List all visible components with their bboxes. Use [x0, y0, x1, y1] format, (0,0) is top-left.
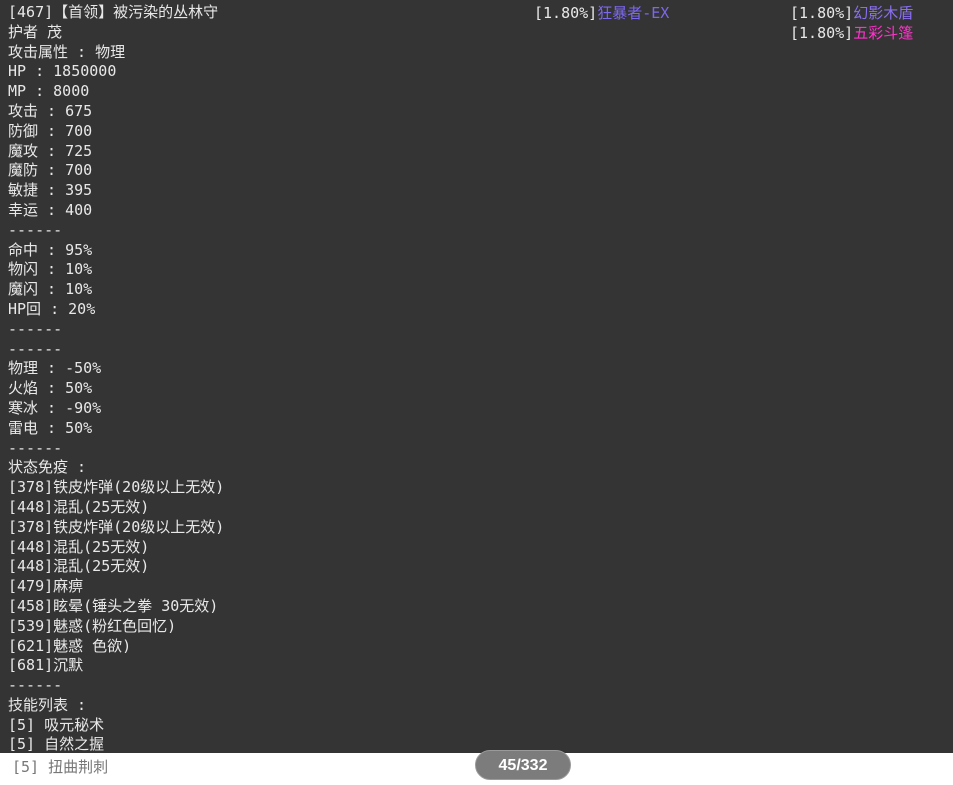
drop-name: 五彩斗篷	[853, 24, 914, 42]
immunity-item: [378]铁皮炸弹(20级以上无效)	[8, 478, 225, 497]
stat-line: 防御 : 700	[8, 121, 93, 140]
immunity-item: [448]混乱(25无效)	[8, 557, 150, 576]
stat-line: 护者 茂	[8, 22, 63, 41]
immunity-item: [448]混乱(25无效)	[8, 537, 150, 556]
stat-line: [467]【首领】被污染的丛林守	[8, 3, 219, 21]
stat-line: 魔闪 : 10%	[8, 280, 93, 299]
drop-item: [1.80%]幻影木盾	[790, 3, 913, 23]
immunity-heading: 状态免疫 :	[8, 458, 87, 477]
stat-line: 攻击属性 : 物理	[8, 42, 126, 61]
stat-line: MP : 8000	[8, 82, 90, 101]
resistance-line: 雷电 : 50%	[8, 418, 93, 437]
separator-line: ------	[8, 339, 63, 358]
stat-line: HP : 1850000	[8, 62, 117, 81]
separator-line: ------	[8, 676, 63, 695]
drop-name: 幻影木盾	[853, 4, 914, 22]
drop-item: [1.80%]五彩斗篷	[790, 23, 913, 43]
drop-rate: [1.80%]	[790, 4, 854, 22]
separator-line: ------	[8, 220, 63, 239]
drop-rate: [1.80%]	[790, 24, 854, 42]
separator-line: ------	[8, 438, 63, 457]
stat-line: 幸运 : 400	[8, 200, 93, 219]
stat-line: 命中 : 95%	[8, 240, 93, 259]
stat-line: HP回 : 20%	[8, 299, 96, 318]
resistance-line: 寒冰 : -90%	[8, 398, 102, 417]
resistance-line: 火焰 : 50%	[8, 379, 93, 398]
drop-rate: [1.80%]	[534, 4, 598, 22]
skill-item: [5] 自然之握	[8, 735, 105, 753]
immunity-item: [621]魅惑 色欲)	[8, 636, 132, 655]
immunity-item: [448]混乱(25无效)	[8, 497, 150, 516]
monster-info-panel: [467]【首领】被污染的丛林守 护者 茂 攻击属性 : 物理 HP : 185…	[0, 0, 953, 753]
immunity-item: [458]眩晕(锤头之拳 30无效)	[8, 596, 219, 615]
immunity-item: [681]沉默	[8, 656, 84, 675]
immunity-item: [539]魅惑(粉红色回忆)	[8, 616, 177, 635]
monster-stats-list: [467]【首领】被污染的丛林守 护者 茂 攻击属性 : 物理 HP : 185…	[8, 3, 224, 753]
skill-item: [5] 扭曲荆刺	[12, 758, 109, 776]
drop-item: [1.80%]狂暴者-EX	[534, 3, 669, 23]
stat-line: 魔攻 : 725	[8, 141, 93, 160]
immunity-item: [479]麻痹	[8, 577, 84, 596]
stat-line: 敏捷 : 395	[8, 181, 93, 200]
immunity-item: [378]铁皮炸弹(20级以上无效)	[8, 517, 225, 536]
page-counter[interactable]: 45/332	[475, 750, 571, 780]
separator-line: ------	[8, 319, 63, 338]
skill-item: [5] 吸元秘术	[8, 715, 105, 734]
resistance-line: 物理 : -50%	[8, 359, 102, 378]
stat-line: 物闪 : 10%	[8, 260, 93, 279]
drop-name: 狂暴者-EX	[597, 4, 670, 22]
skill-list-heading: 技能列表 :	[8, 695, 87, 714]
stat-line: 攻击 : 675	[8, 101, 93, 120]
stat-line: 魔防 : 700	[8, 161, 93, 180]
